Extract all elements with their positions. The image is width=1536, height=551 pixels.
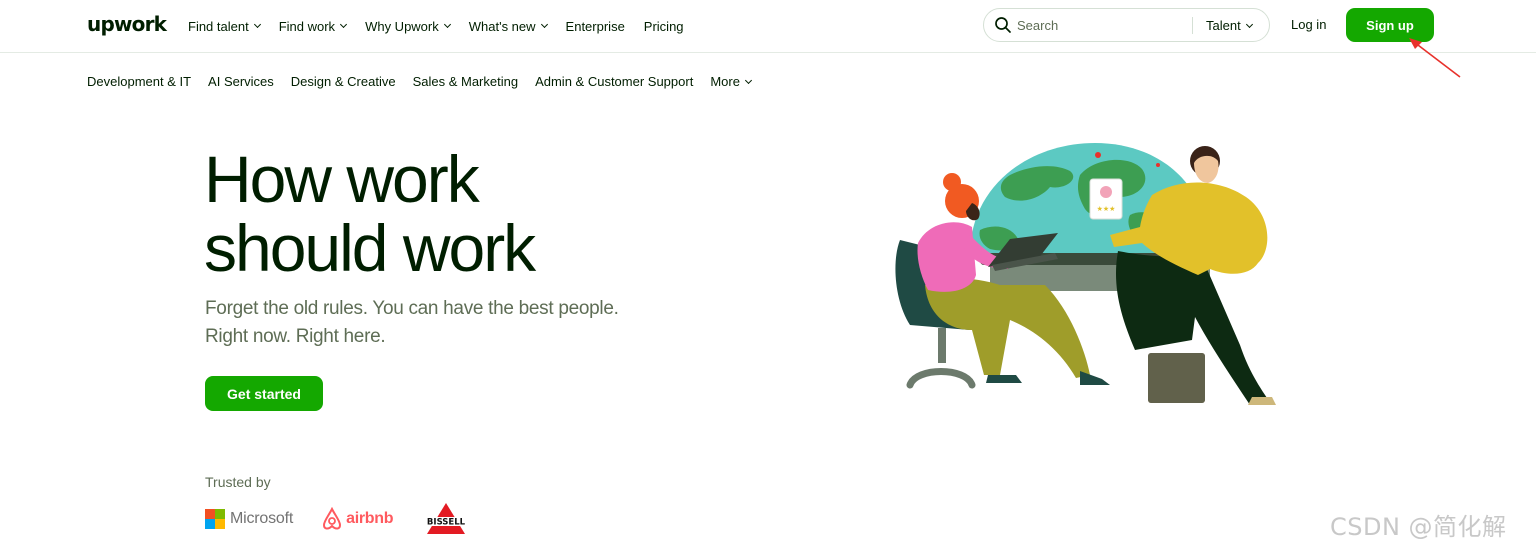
nav-pricing-label: Pricing bbox=[643, 18, 684, 34]
svg-text:★★★: ★★★ bbox=[1097, 205, 1116, 213]
svg-text:BISSELL: BISSELL bbox=[427, 518, 466, 528]
chevron-down-icon bbox=[253, 20, 261, 29]
top-navigation-bar: upwork Find talent Find work Why Upwork … bbox=[0, 0, 1536, 53]
search-divider bbox=[1192, 17, 1193, 34]
category-sales-marketing[interactable]: Sales & Marketing bbox=[413, 74, 519, 89]
hero-illustration: ★★★ bbox=[895, 143, 1276, 405]
login-link[interactable]: Log in bbox=[1291, 17, 1326, 32]
nav-why-upwork-label: Why Upwork bbox=[365, 18, 439, 34]
category-nav: Development & IT AI Services Design & Cr… bbox=[87, 74, 768, 89]
chevron-down-icon bbox=[1245, 20, 1253, 28]
nav-why-upwork[interactable]: Why Upwork bbox=[365, 18, 451, 34]
category-development-it[interactable]: Development & IT bbox=[87, 74, 191, 89]
csdn-watermark: CSDN @简化解 bbox=[1330, 513, 1507, 541]
get-started-button[interactable]: Get started bbox=[205, 376, 323, 411]
nav-find-talent-label: Find talent bbox=[188, 18, 249, 34]
nav-find-work[interactable]: Find work bbox=[278, 18, 348, 34]
search-bar: Talent bbox=[983, 8, 1270, 42]
hero-headline-line2: should work bbox=[204, 211, 536, 285]
category-design-creative[interactable]: Design & Creative bbox=[291, 74, 396, 89]
hero-headline-line1: How work bbox=[204, 142, 480, 216]
search-scope-dropdown[interactable]: Talent bbox=[1206, 18, 1253, 33]
airbnb-logo: airbnb bbox=[321, 500, 394, 538]
microsoft-squares-icon bbox=[205, 509, 225, 529]
bissell-logo: BISSELL bbox=[421, 500, 471, 538]
nav-find-talent[interactable]: Find talent bbox=[188, 18, 261, 34]
hero-headline: How work should work bbox=[204, 142, 536, 285]
bissell-logo-mark: BISSELL bbox=[423, 503, 470, 534]
annotation-arrow bbox=[1409, 38, 1461, 78]
chevron-down-icon bbox=[540, 20, 548, 29]
main-nav: Find talent Find work Why Upwork What's … bbox=[188, 0, 703, 52]
search-icon[interactable] bbox=[994, 16, 1012, 34]
trusted-by-label: Trusted by bbox=[205, 474, 271, 490]
chevron-down-icon bbox=[443, 20, 451, 29]
chevron-down-icon bbox=[340, 20, 348, 29]
microsoft-logo-text: Microsoft bbox=[230, 510, 294, 527]
airbnb-logo-text: airbnb bbox=[346, 510, 394, 527]
category-more[interactable]: More bbox=[710, 74, 752, 89]
hero-subtext: Forget the old rules. You can have the b… bbox=[205, 295, 665, 351]
nav-enterprise[interactable]: Enterprise bbox=[566, 19, 625, 34]
nav-whats-new-label: What's new bbox=[468, 18, 536, 34]
nav-enterprise-label: Enterprise bbox=[565, 18, 625, 34]
category-more-label: More bbox=[710, 74, 740, 89]
nav-pricing[interactable]: Pricing bbox=[644, 19, 684, 34]
trusted-logos: Microsoft airbnb BISSELL bbox=[205, 500, 499, 538]
search-scope-label: Talent bbox=[1206, 18, 1241, 33]
category-admin-support[interactable]: Admin & Customer Support bbox=[535, 74, 693, 89]
chevron-down-icon bbox=[744, 76, 752, 84]
microsoft-logo: Microsoft bbox=[205, 500, 293, 538]
search-input[interactable] bbox=[1017, 15, 1167, 35]
nav-whats-new[interactable]: What's new bbox=[468, 18, 548, 34]
nav-find-work-label: Find work bbox=[278, 18, 336, 34]
category-ai-services[interactable]: AI Services bbox=[208, 74, 274, 89]
upwork-logo[interactable]: upwork bbox=[87, 12, 167, 36]
airbnb-belo-icon bbox=[323, 507, 342, 530]
hero-subtext-line2: Right now. Right here. bbox=[205, 326, 386, 347]
hero-subtext-line1: Forget the old rules. You can have the b… bbox=[205, 298, 619, 319]
